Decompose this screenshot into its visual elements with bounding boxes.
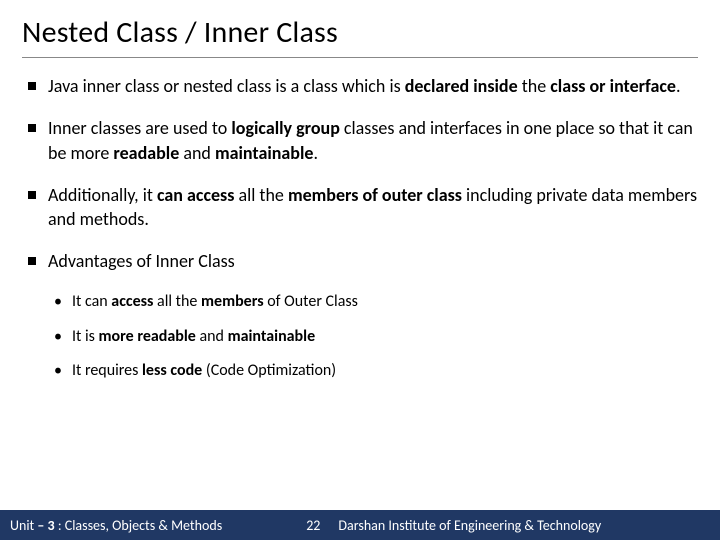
bullet-3: Additionally, it can access all the memb…: [28, 183, 698, 232]
slide-content: Java inner class or nested class is a cl…: [22, 74, 698, 540]
bullet-4: Advantages of Inner Class: [28, 249, 698, 273]
slide-footer: Unit – 3 : Classes, Objects & Methods 22…: [0, 510, 720, 540]
sub-bullet-2: • It is more readable and maintainable: [54, 327, 698, 348]
bullet-1-text: Java inner class or nested class is a cl…: [48, 74, 680, 98]
slide-title: Nested Class / Inner Class: [22, 14, 698, 58]
sub-bullet-icon: •: [54, 361, 62, 382]
bullet-icon: [28, 82, 36, 90]
bullet-icon: [28, 124, 36, 132]
sub-bullet-icon: •: [54, 327, 62, 348]
sub-bullet-3-text: It requires less code (Code Optimization…: [72, 361, 336, 382]
bullet-4-text: Advantages of Inner Class: [48, 249, 235, 273]
bullet-2-text: Inner classes are used to logically grou…: [48, 116, 698, 165]
footer-unit: Unit – 3 : Classes, Objects & Methods: [10, 517, 222, 534]
footer-page-number: 22: [306, 517, 320, 534]
footer-institute: Darshan Institute of Engineering & Techn…: [338, 517, 710, 534]
bullet-2: Inner classes are used to logically grou…: [28, 116, 698, 165]
sub-bullet-1-text: It can access all the members of Outer C…: [72, 292, 358, 313]
bullet-3-text: Additionally, it can access all the memb…: [48, 183, 698, 232]
bullet-icon: [28, 257, 36, 265]
bullet-icon: [28, 191, 36, 199]
sub-bullet-3: • It requires less code (Code Optimizati…: [54, 361, 698, 382]
bullet-1: Java inner class or nested class is a cl…: [28, 74, 698, 98]
sub-bullet-icon: •: [54, 292, 62, 313]
sub-bullet-2-text: It is more readable and maintainable: [72, 327, 315, 348]
sub-bullet-1: • It can access all the members of Outer…: [54, 292, 698, 313]
